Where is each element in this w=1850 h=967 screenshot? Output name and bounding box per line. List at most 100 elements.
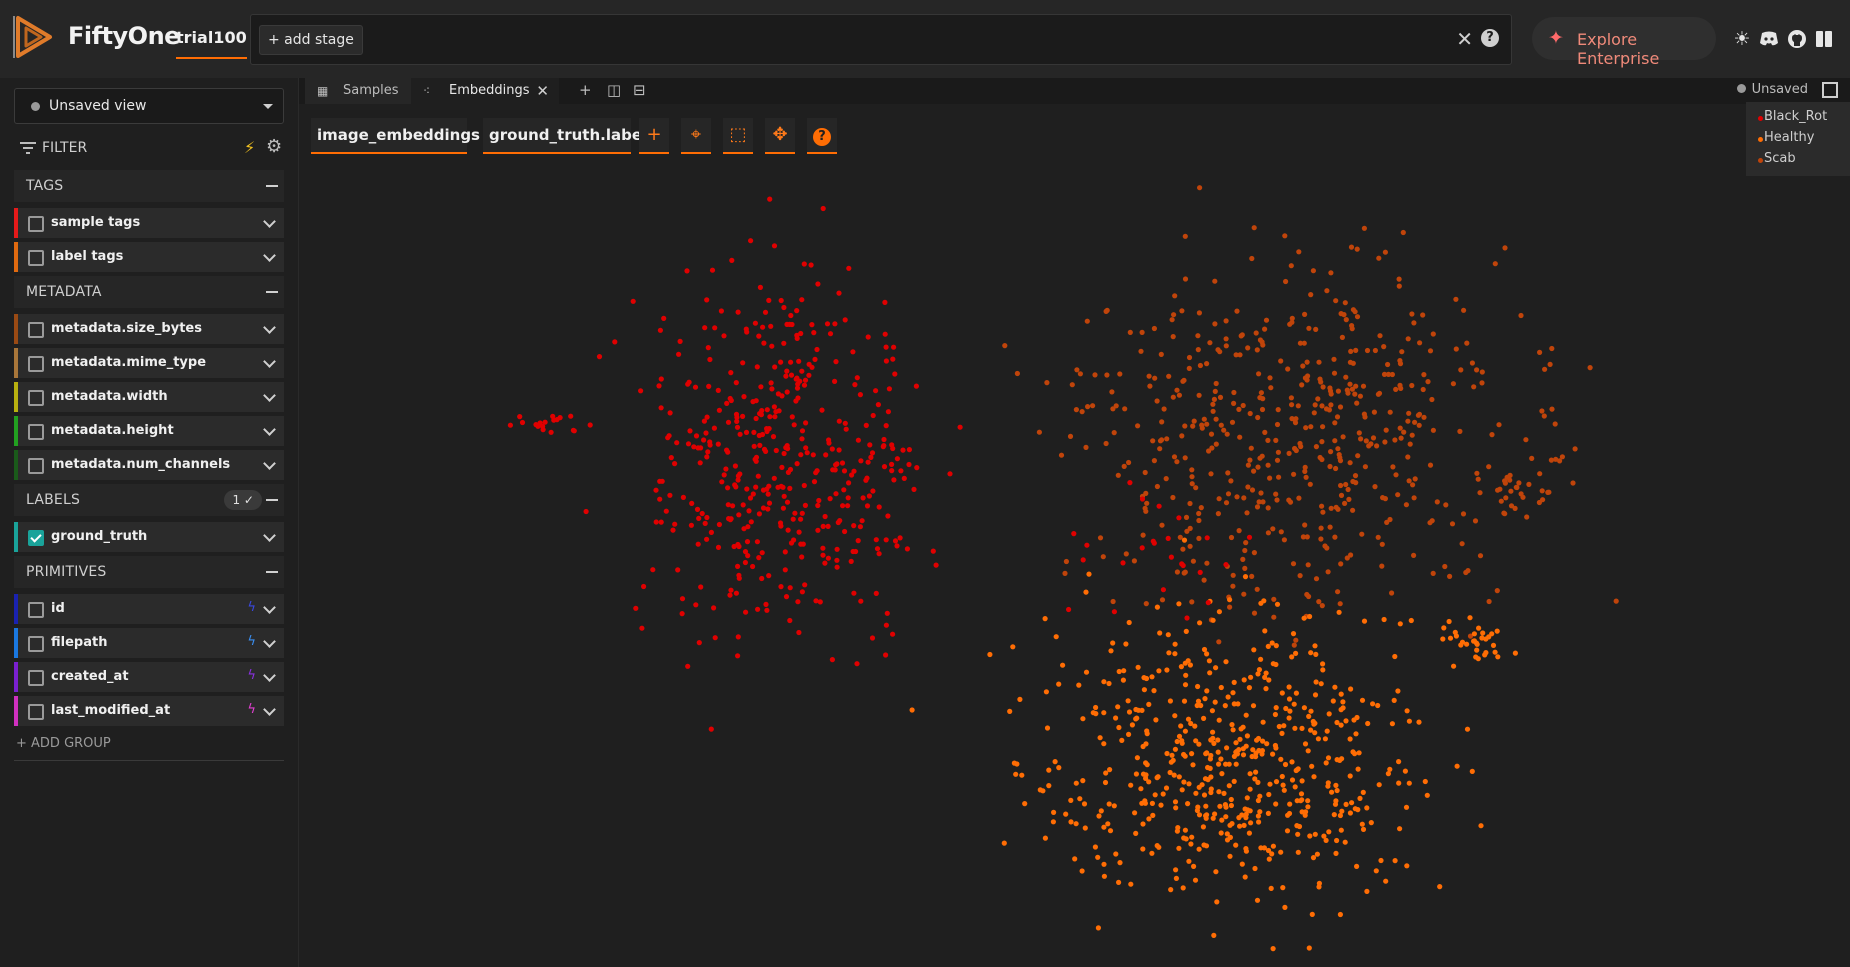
sample-point[interactable]	[1352, 473, 1359, 479]
help-icon[interactable]: ?	[1481, 29, 1499, 47]
sample-point[interactable]	[1218, 684, 1224, 691]
sample-point[interactable]	[667, 492, 673, 498]
sample-point[interactable]	[1142, 505, 1148, 511]
clear-view-icon[interactable]: ✕	[1456, 29, 1473, 49]
sample-point[interactable]	[1343, 801, 1349, 808]
sample-point[interactable]	[894, 543, 900, 549]
sample-point[interactable]	[1189, 467, 1195, 473]
sample-point[interactable]	[1362, 464, 1368, 470]
sample-point[interactable]	[914, 465, 920, 471]
sample-point[interactable]	[1172, 713, 1178, 719]
sample-point[interactable]	[787, 585, 793, 591]
sample-point[interactable]	[1224, 831, 1230, 837]
sample-point[interactable]	[1276, 474, 1282, 480]
sample-point[interactable]	[703, 430, 709, 436]
sample-point[interactable]	[1299, 797, 1305, 803]
sample-point[interactable]	[1396, 276, 1402, 282]
chevron-down-icon[interactable]	[263, 457, 276, 470]
sample-point[interactable]	[1218, 830, 1224, 836]
sample-point[interactable]	[1206, 658, 1212, 664]
sample-point[interactable]	[1186, 365, 1192, 371]
chevron-down-icon[interactable]	[263, 601, 276, 614]
add-group-button[interactable]: + ADD GROUP	[16, 736, 111, 751]
sample-point[interactable]	[1053, 634, 1059, 640]
sample-point[interactable]	[568, 413, 574, 419]
sample-point[interactable]	[1043, 689, 1049, 695]
sample-point[interactable]	[748, 519, 754, 525]
sample-point[interactable]	[760, 505, 767, 511]
sample-point[interactable]	[1356, 750, 1362, 756]
sample-point[interactable]	[802, 582, 808, 588]
sample-point[interactable]	[1391, 697, 1397, 704]
sample-point[interactable]	[1002, 343, 1008, 349]
sample-point[interactable]	[825, 555, 832, 561]
sample-point[interactable]	[1383, 427, 1389, 433]
theme-toggle-icon[interactable]: ☀	[1731, 28, 1753, 50]
sample-point[interactable]	[1348, 348, 1354, 354]
sample-point[interactable]	[833, 359, 839, 365]
sample-point[interactable]	[1184, 615, 1190, 621]
sample-point[interactable]	[1389, 371, 1395, 378]
sample-point[interactable]	[718, 308, 724, 314]
sample-point[interactable]	[1514, 484, 1520, 491]
sample-point[interactable]	[1076, 682, 1082, 688]
sample-point[interactable]	[1480, 630, 1486, 636]
sample-point[interactable]	[1204, 535, 1210, 541]
sample-point[interactable]	[1146, 779, 1152, 785]
sample-point[interactable]	[1245, 345, 1251, 351]
sample-point[interactable]	[819, 407, 825, 413]
sample-point[interactable]	[761, 340, 767, 346]
sample-point[interactable]	[1420, 386, 1426, 393]
field-label-tags[interactable]: label tags	[14, 242, 284, 272]
sample-point[interactable]	[1518, 312, 1524, 319]
sample-point[interactable]	[1447, 635, 1454, 641]
sample-point[interactable]	[1141, 687, 1147, 693]
field-metadata-num-channels[interactable]: metadata.num_channels	[14, 450, 284, 480]
sample-point[interactable]	[1376, 255, 1382, 261]
sample-point[interactable]	[679, 596, 686, 602]
sample-point[interactable]	[688, 522, 694, 528]
sample-point[interactable]	[1461, 307, 1467, 313]
sample-point[interactable]	[1370, 435, 1377, 441]
github-icon[interactable]	[1786, 28, 1808, 50]
sample-point[interactable]	[841, 468, 848, 474]
sample-point[interactable]	[1119, 737, 1125, 744]
sample-point[interactable]	[1539, 488, 1545, 494]
sample-point[interactable]	[737, 431, 743, 437]
sample-point[interactable]	[1267, 475, 1273, 481]
sample-point[interactable]	[1403, 804, 1410, 810]
sample-point[interactable]	[1327, 463, 1333, 470]
sample-point[interactable]	[1354, 400, 1360, 406]
sample-point[interactable]	[1390, 464, 1396, 470]
sample-point[interactable]	[798, 452, 804, 458]
sample-point[interactable]	[1190, 762, 1196, 768]
sample-point[interactable]	[1159, 522, 1165, 528]
sample-point[interactable]	[1474, 367, 1480, 373]
sample-point[interactable]	[1308, 650, 1314, 656]
chevron-down-icon[interactable]	[263, 703, 276, 716]
sample-point[interactable]	[612, 339, 618, 345]
sample-point[interactable]	[1100, 554, 1106, 560]
sample-point[interactable]	[1272, 742, 1278, 749]
sample-point[interactable]	[1042, 616, 1048, 622]
sample-point[interactable]	[1150, 438, 1156, 444]
sample-point[interactable]	[1269, 851, 1275, 857]
sample-point[interactable]	[1308, 708, 1314, 714]
sample-point[interactable]	[1296, 495, 1302, 501]
sample-point[interactable]	[769, 343, 775, 349]
sample-point[interactable]	[798, 330, 804, 337]
sample-point[interactable]	[836, 418, 842, 424]
sample-point[interactable]	[1302, 522, 1308, 528]
sample-point[interactable]	[517, 414, 523, 420]
sample-point[interactable]	[1176, 774, 1182, 780]
sample-point[interactable]	[1309, 911, 1315, 918]
settings-gear-icon[interactable]: ⚙	[266, 136, 282, 157]
sample-point[interactable]	[734, 424, 741, 430]
sample-point[interactable]	[1144, 500, 1150, 506]
sample-point[interactable]	[1193, 790, 1199, 796]
sample-point[interactable]	[1395, 492, 1401, 498]
sample-point[interactable]	[1251, 468, 1257, 474]
sample-point[interactable]	[1451, 663, 1457, 669]
sample-point[interactable]	[1223, 761, 1229, 767]
sample-point[interactable]	[840, 503, 846, 509]
